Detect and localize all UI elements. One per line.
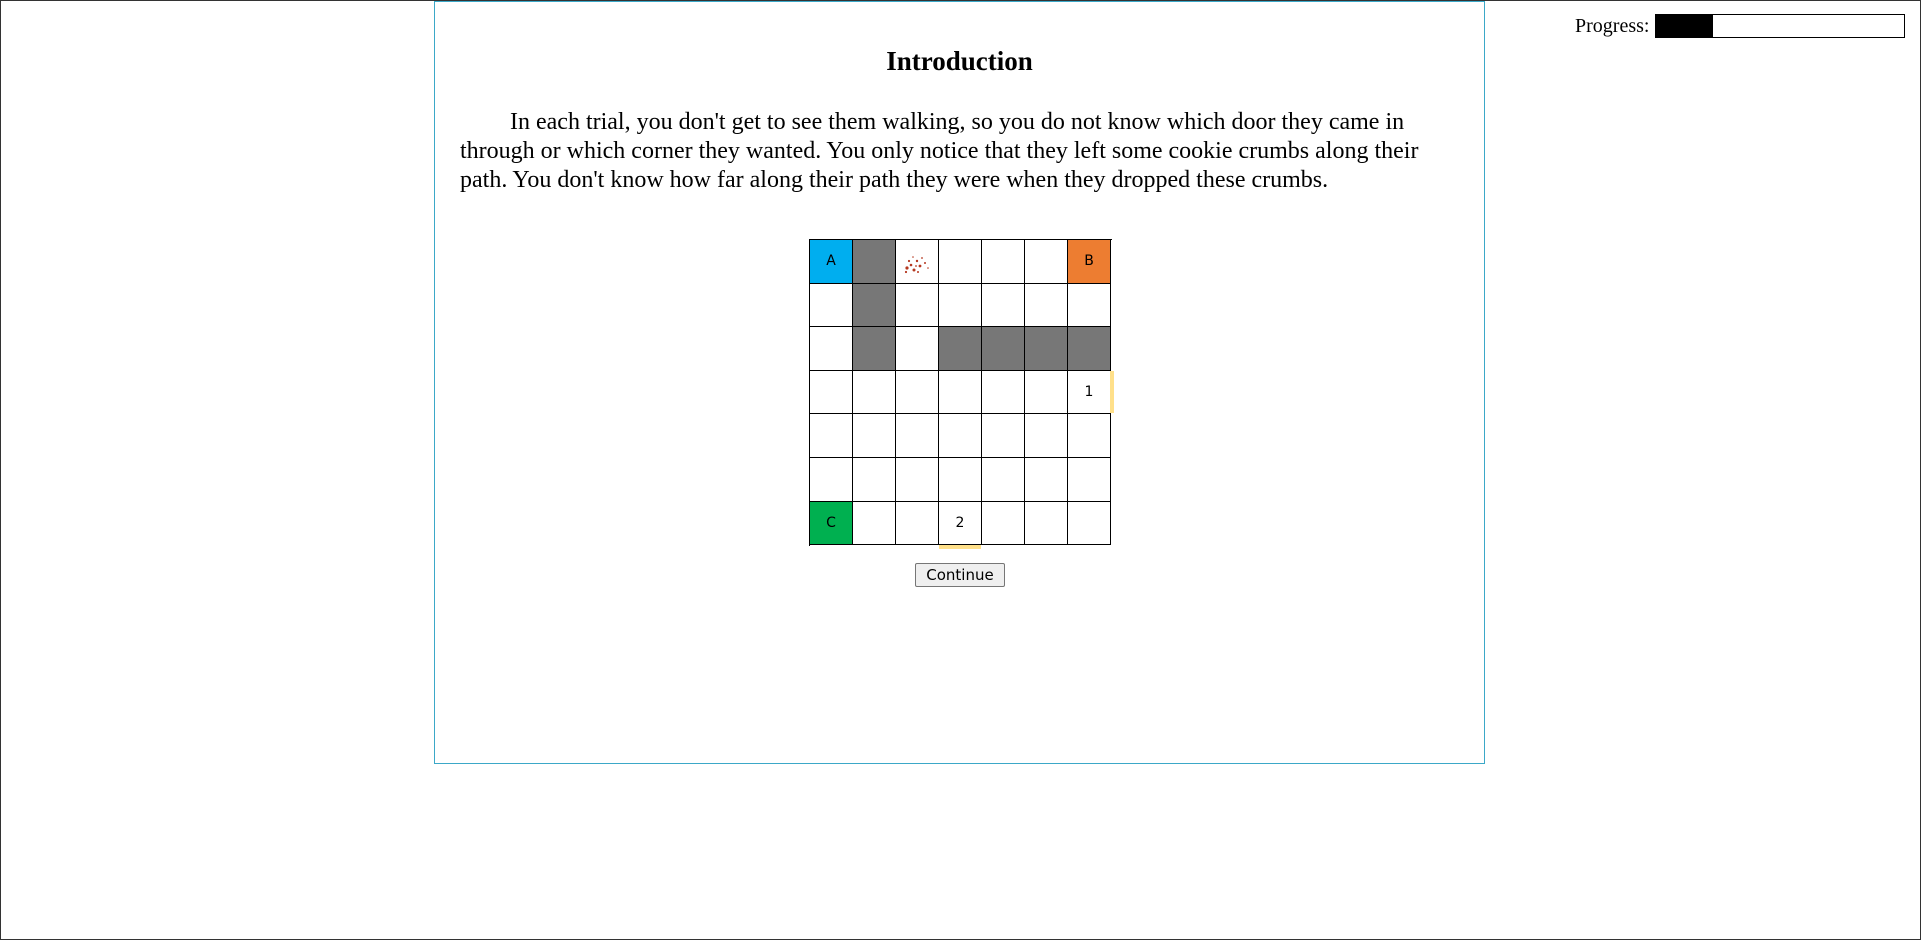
crumb-dot (915, 265, 917, 268)
floor-cell (982, 457, 1025, 502)
crumb-dot (927, 267, 929, 270)
floor-cell (1068, 501, 1111, 546)
floor-cell (982, 501, 1025, 546)
floor-cell (982, 370, 1025, 415)
instruction-panel: Introduction In each trial, you don't ge… (434, 1, 1485, 764)
floor-cell (853, 457, 896, 502)
floor-cell (810, 457, 853, 502)
floor-cell (853, 370, 896, 415)
floor-cell (896, 283, 939, 328)
floor-cell (853, 414, 896, 458)
floor-cell (1025, 240, 1068, 284)
wall-cell (1068, 327, 1111, 371)
floor-cell (810, 414, 853, 458)
room-grid: A B 1 C 2 (809, 239, 1114, 550)
crumb-dot (915, 260, 919, 263)
floor-cell (1068, 414, 1111, 458)
cookie-crumbs-cell (896, 240, 939, 284)
floor-cell (939, 240, 982, 284)
floor-cell (810, 370, 853, 415)
crumb-dot (924, 262, 926, 265)
floor-cell (939, 370, 982, 415)
crumb-dot (905, 266, 909, 270)
crumb-dot (907, 260, 911, 263)
floor-cell (810, 327, 853, 371)
floor-cell (896, 327, 939, 371)
wall-cell (853, 240, 896, 284)
progress-indicator: Progress: (1575, 14, 1906, 38)
corner-a-cell: A (810, 240, 853, 284)
floor-cell (982, 414, 1025, 458)
floor-cell (1025, 370, 1068, 415)
door-2-cell: 2 (939, 501, 982, 550)
floor-cell (896, 414, 939, 458)
intro-paragraph: In each trial, you don't get to see them… (460, 109, 1419, 193)
floor-cell (896, 457, 939, 502)
crumb-dot (917, 271, 919, 274)
floor-cell (939, 414, 982, 458)
wall-cell (982, 327, 1025, 371)
wall-cell (853, 327, 896, 371)
door-1-marker (1110, 370, 1114, 414)
corner-b-cell: B (1068, 240, 1111, 284)
crumb-dot (912, 256, 914, 259)
floor-cell (939, 283, 982, 328)
floor-cell (896, 501, 939, 546)
door-1-cell: 1 (1068, 370, 1114, 415)
wall-cell (853, 283, 896, 328)
wall-cell (1025, 327, 1068, 371)
crumb-dot (921, 257, 923, 260)
progress-label: Progress: (1575, 14, 1650, 37)
crumb-dot (904, 271, 908, 274)
floor-cell (853, 501, 896, 546)
floor-cell (1068, 457, 1111, 502)
floor-cell (1025, 457, 1068, 502)
door-2-marker (939, 545, 981, 550)
wall-cell (939, 327, 982, 371)
floor-cell (1025, 501, 1068, 546)
floor-cell (896, 370, 939, 415)
corner-c-cell: C (810, 501, 853, 546)
crumb-dot (909, 263, 913, 267)
page-title: Introduction (886, 46, 1033, 76)
floor-cell (1025, 283, 1068, 328)
crumb-dot (918, 264, 922, 268)
cookie-crumbs-icon (904, 256, 929, 274)
floor-cell (939, 457, 982, 502)
floor-cell (1068, 283, 1111, 328)
crumb-dot (912, 268, 916, 272)
floor-cell (982, 283, 1025, 328)
progress-bar (1655, 14, 1906, 38)
continue-button[interactable]: Continue (915, 563, 1005, 587)
floor-cell (982, 240, 1025, 284)
floor-cell (810, 283, 853, 328)
floor-cell (1025, 414, 1068, 458)
progress-fill (1656, 15, 1714, 37)
